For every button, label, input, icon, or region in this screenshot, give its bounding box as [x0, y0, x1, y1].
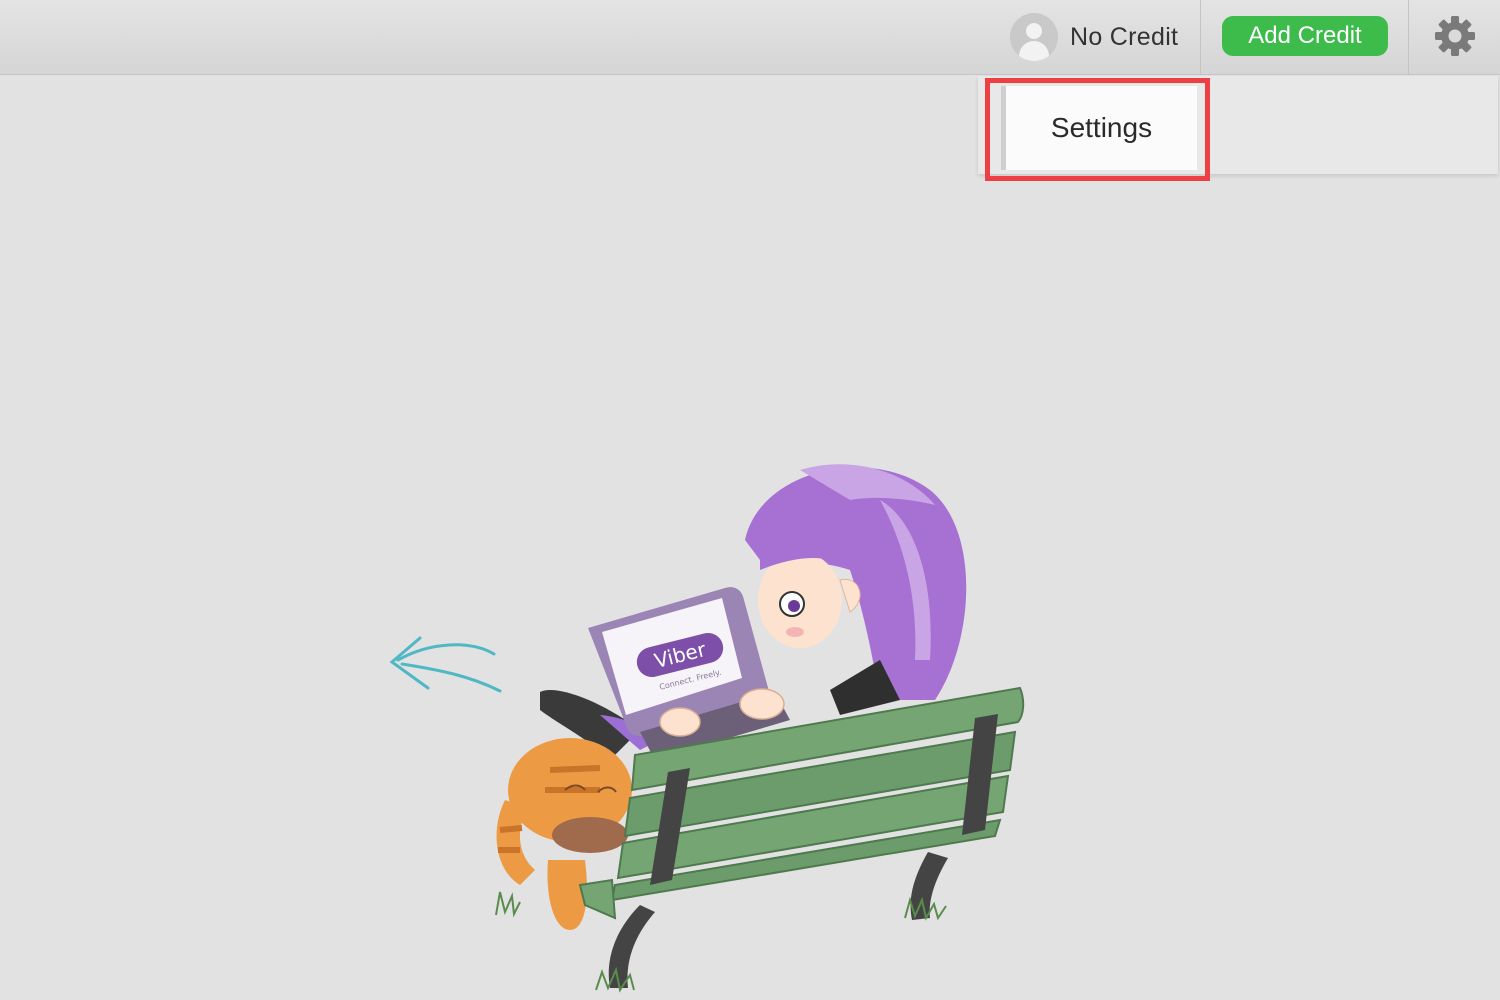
back-arrow-icon [389, 636, 502, 693]
gear-icon[interactable] [1434, 15, 1476, 57]
avatar-head [1026, 23, 1042, 39]
settings-dropdown: Settings [978, 76, 1498, 174]
viber-app-window: No Credit Add Credit Settings Viber Conn… [0, 0, 1500, 1000]
divider [1408, 0, 1409, 75]
menu-item-settings[interactable]: Settings [1001, 86, 1197, 170]
add-credit-button[interactable]: Add Credit [1222, 16, 1388, 56]
divider [1200, 0, 1201, 75]
account-area[interactable]: No Credit [1010, 10, 1178, 64]
user-avatar-icon[interactable] [1010, 13, 1058, 61]
welcome-illustration: Viber Connect. Freely. [389, 464, 1025, 993]
credit-status-label: No Credit [1070, 22, 1179, 51]
top-bar: No Credit Add Credit [0, 0, 1500, 75]
avatar-body [1019, 41, 1049, 61]
